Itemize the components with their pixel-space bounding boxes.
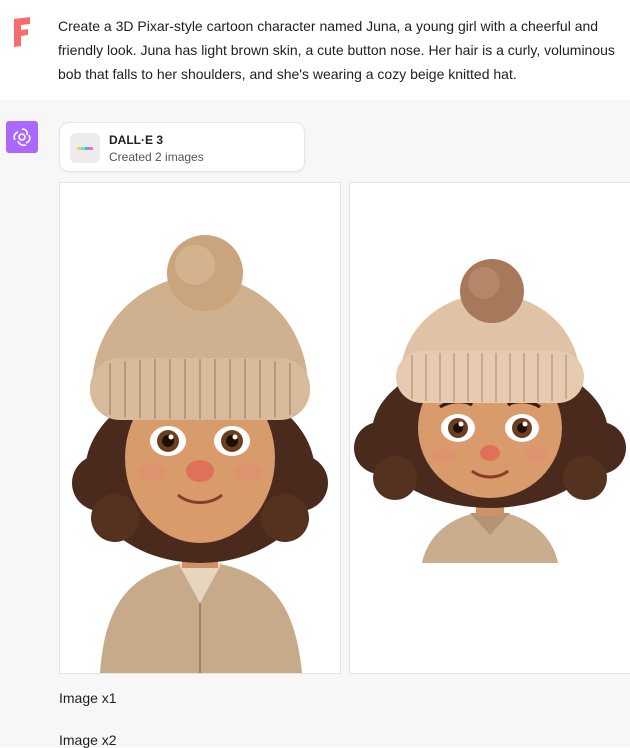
cartoon-girl-image — [72, 235, 328, 673]
image-x2-link[interactable]: Image x2 — [59, 732, 117, 748]
generated-image-2[interactable] — [349, 182, 630, 674]
tool-name: DALL·E 3 — [109, 133, 163, 147]
dalle-tool-card[interactable]: DALL·E 3 Created 2 images — [59, 122, 305, 172]
user-message-text: Create a 3D Pixar-style cartoon characte… — [58, 18, 615, 82]
openai-logo-icon — [6, 121, 38, 153]
user-message-row: Create a 3D Pixar-style cartoon characte… — [0, 0, 630, 100]
assistant-message-row: DALL·E 3 Created 2 images Image x1 Image… — [0, 100, 630, 748]
brand-f-icon — [10, 15, 36, 49]
dalle-thumbnail-icon — [70, 133, 100, 163]
image-x1-link[interactable]: Image x1 — [59, 690, 117, 706]
tool-status: Created 2 images — [109, 150, 204, 164]
generated-image-1[interactable] — [59, 182, 341, 674]
cartoon-girl-image — [354, 259, 626, 563]
